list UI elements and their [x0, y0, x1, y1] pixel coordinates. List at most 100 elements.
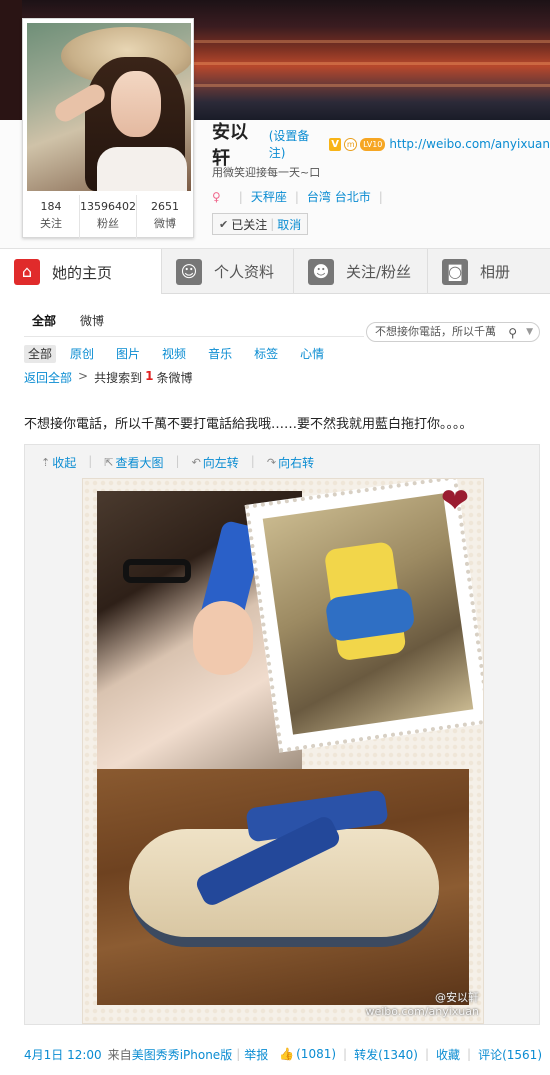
favorite-button[interactable]: 收藏	[436, 1046, 460, 1063]
tab-followers[interactable]: ☻ 关注/粉丝	[294, 249, 428, 294]
like-button[interactable]: 👍 (1081)	[279, 1047, 336, 1061]
tab-album[interactable]: ◙ 相册	[428, 249, 550, 294]
followed-label: 已关注	[231, 217, 268, 232]
profile-bio: 用微笑迎接每一天~口	[212, 166, 321, 179]
stat-followers[interactable]: 13596402 粉丝	[80, 195, 137, 239]
avatar[interactable]	[27, 23, 191, 191]
camera-icon: ◙	[442, 258, 468, 285]
filter-all[interactable]: 全部	[24, 345, 57, 363]
profile-icon: ☺	[176, 258, 202, 285]
thumbs-up-icon: 👍	[279, 1047, 295, 1061]
feed-subtabs: 全部 微博	[32, 312, 128, 329]
subtab-all[interactable]: 全部	[32, 312, 56, 329]
repost-button[interactable]: 转发(1340)	[354, 1046, 418, 1063]
search-input[interactable]: 不想接你電話，所以千萬 ⚲ ▼	[366, 322, 540, 342]
media-toolbar: ⇡ 收起 | ⇱ 查看大图 | ↶ 向左转 | ↷ 向右转	[41, 454, 326, 471]
verified-icon[interactable]: V	[328, 137, 342, 151]
female-icon: ♀	[212, 189, 221, 204]
post-footer: 4月1日 12:00 来自美图秀秀iPhone版 | 举报 👍 (1081) | …	[24, 1046, 542, 1062]
tool-label: 收起	[52, 456, 77, 470]
follow-status: ✔ 已关注 | 取消	[212, 213, 309, 235]
filter-video[interactable]: 视频	[158, 345, 190, 363]
report-link[interactable]: 举报	[244, 1046, 268, 1063]
rotate-right-icon: ↷	[266, 456, 277, 469]
member-icon[interactable]: m	[344, 137, 358, 151]
post-text: 不想接你電話，所以千萬不要打電話給我哦……要不然我就用藍白拖打你。。。。	[24, 417, 473, 432]
stat-following[interactable]: 184 关注	[23, 195, 80, 239]
cover-edge	[0, 0, 22, 120]
feed-filters: 全部 原创 图片 视频 音乐 标签 心情	[24, 345, 342, 363]
filter-pictures[interactable]: 图片	[112, 345, 144, 363]
like-count: (1081)	[296, 1047, 337, 1061]
check-icon: ✔	[219, 217, 229, 231]
post-image[interactable]: ❤ @安以轩 weibo.com/anyixuan	[82, 478, 484, 1024]
divider: |	[294, 189, 299, 204]
search-icon[interactable]: ⚲	[508, 324, 517, 341]
cartoon-photo	[262, 493, 474, 735]
stat-label: 粉丝	[97, 217, 119, 230]
avatar-face	[111, 71, 161, 137]
rotate-left-icon: ↶	[191, 456, 201, 469]
zoom-icon: ⇱	[104, 456, 114, 469]
avatar-shirt	[97, 147, 187, 191]
result-count: 1	[145, 369, 154, 383]
rotate-left-button[interactable]: ↶ 向左转	[192, 454, 239, 471]
heart-icon: ❤	[440, 481, 470, 521]
stat-label: 关注	[40, 217, 62, 230]
stat-label: 微博	[154, 217, 176, 230]
watermark-url: weibo.com/anyixuan	[365, 1005, 479, 1018]
divider	[24, 336, 364, 337]
filter-music[interactable]: 音乐	[204, 345, 236, 363]
back-to-all-link[interactable]: 返回全部	[24, 369, 72, 386]
profile-stats: 184 关注 13596402 粉丝 2651 微博	[23, 195, 193, 239]
divider: |	[378, 189, 383, 204]
homepage-url[interactable]: http://weibo.com/anyixuan	[389, 137, 550, 151]
result-suffix: 条微博	[156, 371, 193, 385]
home-icon: ⌂	[14, 259, 40, 285]
divider: |	[270, 217, 275, 231]
tool-label: 向左转	[202, 456, 239, 470]
tab-label: 她的主页	[52, 263, 113, 282]
collapse-button[interactable]: ⇡ 收起	[41, 454, 76, 471]
divider: |	[343, 1047, 348, 1061]
hand	[193, 601, 253, 675]
followers-icon: ☻	[308, 258, 334, 285]
result-prefix: 共搜索到	[94, 371, 143, 385]
subtab-weibo[interactable]: 微博	[80, 312, 104, 329]
avatar-card: 184 关注 13596402 粉丝 2651 微博	[22, 18, 194, 239]
chevron-right-icon: >	[78, 369, 89, 383]
tab-profile[interactable]: ☺ 个人资料	[162, 249, 294, 294]
profile-meta: ♀ | 天秤座 | 台湾 台北市 |	[212, 188, 391, 205]
profile-tabs: ⌂ 她的主页 ☺ 个人资料 ☻ 关注/粉丝 ◙ 相册	[0, 248, 550, 295]
table-photo	[97, 769, 469, 1005]
divider: |	[236, 1047, 241, 1061]
watermark: @安以轩 weibo.com/anyixuan	[365, 991, 479, 1019]
level-badge[interactable]: LV10	[360, 137, 386, 151]
zodiac-link[interactable]: 天秤座	[251, 188, 287, 205]
tool-label: 查看大图	[115, 456, 164, 470]
set-remark-link[interactable]: (设置备注)	[269, 127, 325, 161]
tab-label: 关注/粉丝	[346, 263, 412, 281]
filter-mood[interactable]: 心情	[296, 345, 328, 363]
chevron-down-icon[interactable]: ▼	[526, 323, 533, 341]
post-media: ⇡ 收起 | ⇱ 查看大图 | ↶ 向左转 | ↷ 向右转 ❤ @安以轩 wei…	[24, 444, 540, 1025]
source-app-link[interactable]: 美图秀秀iPhone版	[132, 1048, 233, 1062]
location-link[interactable]: 台湾 台北市	[307, 188, 371, 205]
unfollow-button[interactable]: 取消	[277, 216, 301, 233]
collapse-icon: ⇡	[41, 456, 51, 469]
divider: |	[88, 454, 93, 468]
filter-original[interactable]: 原创	[66, 345, 98, 363]
rotate-right-button[interactable]: ↷ 向右转	[267, 454, 314, 471]
post-actions: 👍 (1081) | 转发(1340) | 收藏 | 评论(1561)	[279, 1046, 542, 1063]
stat-number: 184	[40, 200, 62, 213]
profile-name: 安以轩	[212, 122, 248, 169]
view-large-button[interactable]: ⇱ 查看大图	[104, 454, 163, 471]
tab-label: 个人资料	[214, 263, 275, 281]
filter-tags[interactable]: 标签	[250, 345, 282, 363]
comment-button[interactable]: 评论(1561)	[478, 1046, 542, 1063]
stat-posts[interactable]: 2651 微博	[137, 195, 193, 239]
profile-name-row: 安以轩 (设置备注) V m LV10 http://weibo.com/any…	[212, 122, 550, 169]
tab-home[interactable]: ⌂ 她的主页	[0, 249, 162, 295]
post-time[interactable]: 4月1日 12:00	[24, 1046, 102, 1063]
breadcrumb: 返回全部 > 共搜索到 1 条微博	[24, 369, 192, 386]
